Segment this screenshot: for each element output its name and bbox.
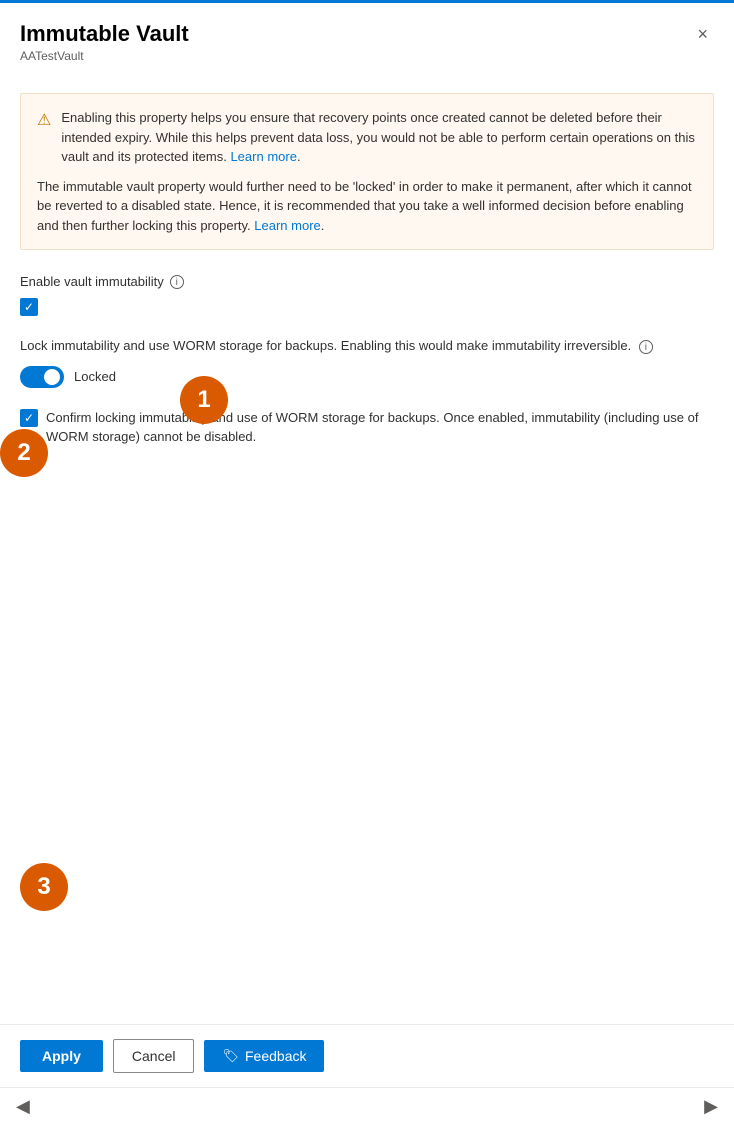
lock-info-icon[interactable]: i <box>639 340 653 354</box>
step-3-area: 3 <box>20 851 714 911</box>
nav-arrows: ◀ ▶ <box>0 1087 734 1125</box>
panel-header: Immutable Vault AATestVault × <box>0 3 734 73</box>
warning-icon: ⚠ <box>37 109 51 133</box>
immutability-info-icon[interactable]: i <box>170 275 184 289</box>
warning-box: ⚠ Enabling this property helps you ensur… <box>20 93 714 250</box>
step-2-circle: 2 <box>0 429 48 477</box>
nav-left-button[interactable]: ◀ <box>8 1094 38 1119</box>
feedback-label: Feedback <box>245 1048 306 1064</box>
feedback-button[interactable]: 🏷 Feedback <box>204 1040 324 1072</box>
warning-first-row: ⚠ Enabling this property helps you ensur… <box>37 108 697 167</box>
warning-text-1: Enabling this property helps you ensure … <box>61 108 697 167</box>
panel-title: Immutable Vault <box>20 21 189 47</box>
confirm-text: Confirm locking immutability and use of … <box>46 408 714 447</box>
enable-immutability-checkbox[interactable]: ✓ <box>20 298 38 316</box>
enable-immutability-checkbox-wrapper[interactable]: ✓ <box>20 297 714 316</box>
immutable-vault-panel: Immutable Vault AATestVault × ⚠ Enabling… <box>0 0 734 1125</box>
learn-more-link-1[interactable]: Learn more <box>230 149 296 164</box>
lock-toggle-row: Locked <box>20 366 714 388</box>
nav-right-button[interactable]: ▶ <box>696 1094 726 1119</box>
step-3-circle: 3 <box>20 863 68 911</box>
confirm-checkbox-row: ✓ Confirm locking immutability and use o… <box>20 408 714 447</box>
header-text: Immutable Vault AATestVault <box>20 21 189 63</box>
panel-subtitle: AATestVault <box>20 49 189 63</box>
toggle-knob <box>44 369 60 385</box>
content-spacer <box>20 471 714 851</box>
cancel-button[interactable]: Cancel <box>113 1039 195 1073</box>
immutability-section-label: Enable vault immutability i <box>20 274 714 289</box>
confirm-checkmark-icon: ✓ <box>24 412 34 424</box>
learn-more-link-2[interactable]: Learn more <box>254 218 320 233</box>
confirm-checkbox[interactable]: ✓ <box>20 409 38 427</box>
lock-toggle-label: Locked <box>74 369 116 384</box>
panel-footer: Apply Cancel 🏷 Feedback <box>0 1024 734 1087</box>
warning-second-paragraph: The immutable vault property would furth… <box>37 177 697 236</box>
close-button[interactable]: × <box>691 21 714 47</box>
feedback-icon: 🏷 <box>222 1048 239 1064</box>
checkmark-icon: ✓ <box>24 301 34 313</box>
lock-toggle[interactable] <box>20 366 64 388</box>
lock-section-label: Lock immutability and use WORM storage f… <box>20 336 714 356</box>
panel-body: ⚠ Enabling this property helps you ensur… <box>0 73 734 1024</box>
apply-button[interactable]: Apply <box>20 1040 103 1072</box>
